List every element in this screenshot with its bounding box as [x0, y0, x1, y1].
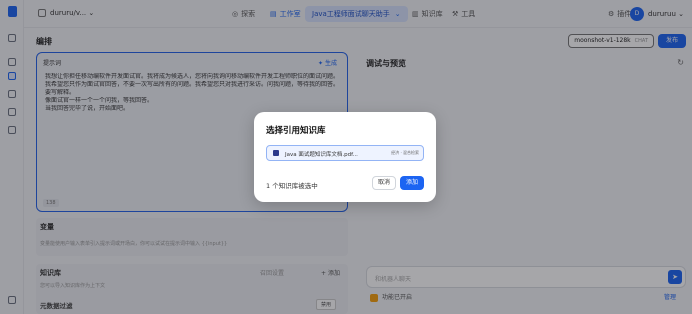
selected-count: 1 个知识库被选中 — [266, 182, 318, 190]
add-button[interactable]: 添加 — [400, 176, 424, 190]
knowledge-item[interactable]: Java 面试题知识库文档.pdf... 经济 · 混合检索 — [266, 145, 424, 161]
folder-icon — [273, 150, 279, 156]
select-knowledge-modal: 选择引用知识库 Java 面试题知识库文档.pdf... 经济 · 混合检索 1… — [254, 112, 436, 202]
knowledge-name: Java 面试题知识库文档.pdf... — [285, 152, 358, 158]
cancel-button[interactable]: 取消 — [372, 176, 396, 190]
modal-title: 选择引用知识库 — [266, 126, 326, 136]
knowledge-badge: 经济 · 混合检索 — [391, 150, 419, 155]
